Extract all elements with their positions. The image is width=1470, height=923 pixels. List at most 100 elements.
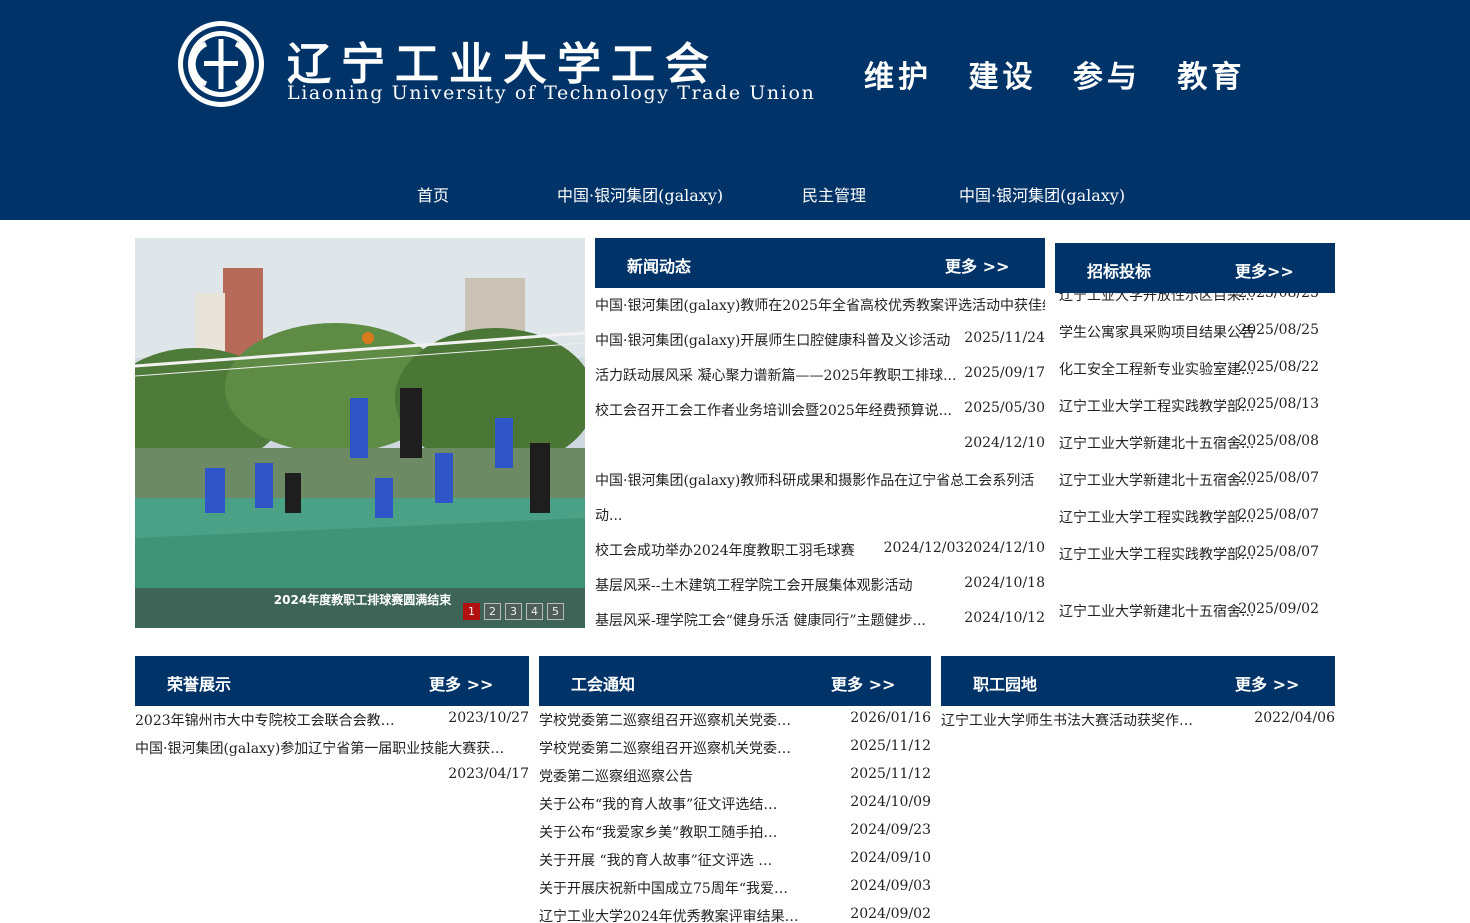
list-item[interactable]: 活力跃动展风采 凝心聚力谱新篇——2025年教职工排球... 2025/09/17 [595, 365, 1045, 385]
nav-item-galaxy-2[interactable]: 中国·银河集团(galaxy) [959, 182, 1125, 206]
honor-list: 2023年锦州市大中专院校工会联合会教… 2023/10/27 中国·银河集团(ga… [135, 710, 529, 800]
slogan-word: 建设 [968, 60, 1037, 95]
staff-more-link[interactable]: 更多 >> [1235, 671, 1299, 695]
list-item[interactable]: 辽宁工业大学新建北十五宿舍... 2025/09/02 [1059, 601, 1319, 621]
slider-dot[interactable]: 4 [526, 603, 543, 620]
list-item-title[interactable]: 辽宁工业大学工程实践教学部... [1059, 507, 1254, 527]
list-item[interactable]: 2024/12/10 [595, 435, 1045, 455]
list-item[interactable]: 中国·银河集团(galaxy)教师科研成果和摄影作品在辽宁省总工会系列活 [595, 470, 1045, 490]
list-item[interactable]: 学校党委第二巡察组召开巡察机关党委… 2026/01/16 [539, 710, 931, 730]
list-item-title[interactable]: 中国·银河集团(galaxy)参加辽宁省第一届职业技能大赛获… [135, 738, 504, 758]
news-more-link[interactable]: 更多 >> [945, 253, 1009, 277]
list-item-title[interactable]: 动... [595, 505, 622, 525]
list-item[interactable]: 学校党委第二巡察组召开巡察机关党委… 2025/11/12 [539, 738, 931, 758]
list-item-title[interactable]: 2023年锦州市大中专院校工会联合会教… [135, 710, 395, 730]
list-item-title[interactable]: 校工会成功举办2024年度教职工羽毛球赛 [595, 540, 855, 560]
list-item-title[interactable]: 关于开展庆祝新中国成立75周年“我爱… [539, 878, 788, 898]
list-item-title[interactable]: 关于开展 “我的育人故事”征文评选 … [539, 850, 772, 870]
nav-item-home[interactable]: 首页 [417, 182, 449, 206]
list-item-title[interactable]: 校工会召开工会工作者业务培训会暨2025年经费预算说... [595, 400, 952, 420]
list-item[interactable]: 中国·银河集团(galaxy)开展师生口腔健康科普及义诊活动 2025/11/24 [595, 330, 1045, 350]
list-item-title[interactable]: 中国·银河集团(galaxy)开展师生口腔健康科普及义诊活动 [595, 330, 950, 350]
list-item[interactable]: 关于公布“我的育人故事”征文评选结… 2024/10/09 [539, 794, 931, 814]
list-item[interactable]: 校工会召开工会工作者业务培训会暨2025年经费预算说... 2025/05/30 [595, 400, 1045, 420]
nav-item-democratic-management[interactable]: 民主管理 [802, 182, 866, 206]
list-item-title[interactable]: 学校党委第二巡察组召开巡察机关党委… [539, 738, 791, 758]
list-item[interactable]: 辽宁工业大学工程实践教学部... 2025/08/07 [1059, 544, 1319, 564]
list-item-date: 2025/05/30 [964, 400, 1045, 416]
list-item-title[interactable]: 活力跃动展风采 凝心聚力谱新篇——2025年教职工排球... [595, 365, 956, 385]
list-item[interactable]: 校工会成功举办2024年度教职工羽毛球赛 2024/12/032024/12/10 [595, 540, 1045, 560]
list-item[interactable]: 2023年锦州市大中专院校工会联合会教… 2023/10/27 [135, 710, 529, 730]
slider-dot[interactable]: 2 [484, 603, 501, 620]
list-item[interactable]: 学生公寓家具采购项目结果公告 2025/08/25 [1059, 322, 1319, 342]
list-item-title[interactable]: 辽宁工业大学工程实践教学部... [1059, 396, 1254, 416]
list-item-date: 2023/04/17 [448, 766, 529, 782]
list-item-title[interactable]: 化工安全工程新专业实验室建... [1059, 359, 1254, 379]
list-item-title[interactable]: 中国·银河集团(galaxy)教师在2025年全省高校优秀教案评选活动中获佳绩 [595, 295, 1045, 315]
list-item-title[interactable]: 关于公布“我的育人故事”征文评选结… [539, 794, 777, 814]
list-item[interactable]: 辽宁工业大学2024年优秀教案评审结果… 2024/09/02 [539, 906, 931, 923]
slider-dot[interactable]: 3 [505, 603, 522, 620]
photo-slider[interactable]: 2024年度教职工排球赛圆满结束 1 2 3 4 5 [135, 238, 585, 628]
list-item[interactable]: 基层风采--土木建筑工程学院工会开展集体观影活动 2024/10/18 [595, 575, 1045, 595]
list-item[interactable]: 辽宁工业大学工程实践教学部... 2025/08/07 [1059, 507, 1319, 527]
tender-header: 招标投标 更多>> [1055, 243, 1335, 293]
site-header: 辽宁工业大学工会 Liaoning University of Technolo… [0, 0, 1470, 220]
list-item-title[interactable]: 辽宁工业大学工程实践教学部... [1059, 544, 1254, 564]
list-item[interactable]: 中国·银河集团(galaxy)教师在2025年全省高校优秀教案评选活动中获佳绩 [595, 295, 1045, 315]
list-item-title[interactable]: 学生公寓家具采购项目结果公告 [1059, 322, 1255, 342]
tender-title: 招标投标 [1087, 262, 1152, 281]
tender-more-link[interactable]: 更多>> [1235, 258, 1294, 282]
slider-dot[interactable]: 5 [547, 603, 564, 620]
list-item[interactable]: 辽宁工业大学工程实践教学部... 2025/08/13 [1059, 396, 1319, 416]
list-item-date: 2025/08/07 [1238, 470, 1319, 486]
list-item-date: 2025/11/12 [850, 738, 931, 754]
list-item-title[interactable]: 辽宁工业大学新建北十五宿舍... [1059, 433, 1254, 453]
trade-union-emblem-icon[interactable] [176, 19, 266, 109]
list-item-title[interactable]: 基层风采--土木建筑工程学院工会开展集体观影活动 [595, 575, 912, 595]
list-item[interactable]: 党委第二巡察组巡察公告 2025/11/12 [539, 766, 931, 786]
nav-item-galaxy[interactable]: 中国·银河集团(galaxy) [557, 182, 723, 206]
list-item-date: 2024/12/032024/12/10 [883, 540, 1045, 556]
list-item[interactable]: 基层风采-理学院工会“健身乐活 健康同行”主题健步... 2024/10/12 [595, 610, 1045, 630]
list-item-date: 2025/09/02 [1238, 601, 1319, 617]
news-title: 新闻动态 [627, 257, 692, 276]
list-item[interactable]: 关于开展 “我的育人故事”征文评选 … 2024/09/10 [539, 850, 931, 870]
list-item[interactable]: 辽宁工业大学新建北十五宿舍... 2025/08/08 [1059, 433, 1319, 453]
list-item-date: 2025/08/07 [1238, 507, 1319, 523]
slogan-word: 教育 [1177, 60, 1246, 95]
list-item-date: 2025/08/07 [1238, 544, 1319, 560]
list-item[interactable]: 关于开展庆祝新中国成立75周年“我爱… 2024/09/03 [539, 878, 931, 898]
list-item[interactable]: 辽宁工业大学师生书法大赛活动获奖作… 2022/04/06 [941, 710, 1335, 730]
staff-list: 辽宁工业大学师生书法大赛活动获奖作… 2022/04/06 [941, 710, 1335, 750]
list-item[interactable]: 中国·银河集团(galaxy)参加辽宁省第一届职业技能大赛获… [135, 738, 529, 758]
slider-dot[interactable]: 1 [463, 603, 480, 620]
staff-title: 职工园地 [973, 675, 1038, 694]
list-item-date: 2024/12/10 [964, 435, 1045, 451]
slogan-word: 参与 [1072, 60, 1141, 95]
list-item-title[interactable]: 辽宁工业大学2024年优秀教案评审结果… [539, 906, 799, 923]
list-item-title[interactable]: 基层风采-理学院工会“健身乐活 健康同行”主题健步... [595, 610, 926, 630]
list-item-date: 2024/10/12 [964, 610, 1045, 626]
list-item-title[interactable]: 党委第二巡察组巡察公告 [539, 766, 693, 786]
slogan: 维护 建设 参与 教育 [864, 52, 1271, 96]
list-item-date: 2022/04/06 [1254, 710, 1335, 726]
list-item[interactable]: 辽宁工业大学新建北十五宿舍... 2025/08/07 [1059, 470, 1319, 490]
list-item-title[interactable]: 关于公布“我爱家乡美”教职工随手拍… [539, 822, 777, 842]
list-item[interactable]: 动... [595, 505, 1045, 525]
list-item-date: 2025/08/22 [1238, 359, 1319, 375]
list-item-title[interactable]: 辽宁工业大学师生书法大赛活动获奖作… [941, 710, 1193, 730]
list-item-title[interactable]: 辽宁工业大学新建北十五宿舍... [1059, 601, 1254, 621]
list-item-title[interactable]: 学校党委第二巡察组召开巡察机关党委… [539, 710, 791, 730]
site-subtitle: Liaoning University of Technology Trade … [287, 82, 816, 104]
list-item-title[interactable]: 中国·银河集团(galaxy)教师科研成果和摄影作品在辽宁省总工会系列活 [595, 470, 1034, 490]
list-item[interactable]: 2023/04/17 [135, 766, 529, 786]
notice-more-link[interactable]: 更多 >> [831, 671, 895, 695]
honor-more-link[interactable]: 更多 >> [429, 671, 493, 695]
list-item-title[interactable]: 辽宁工业大学新建北十五宿舍... [1059, 470, 1254, 490]
notice-title: 工会通知 [571, 675, 636, 694]
list-item[interactable]: 关于公布“我爱家乡美”教职工随手拍… 2024/09/23 [539, 822, 931, 842]
list-item[interactable]: 化工安全工程新专业实验室建... 2025/08/22 [1059, 359, 1319, 379]
slogan-word: 维护 [864, 60, 932, 95]
